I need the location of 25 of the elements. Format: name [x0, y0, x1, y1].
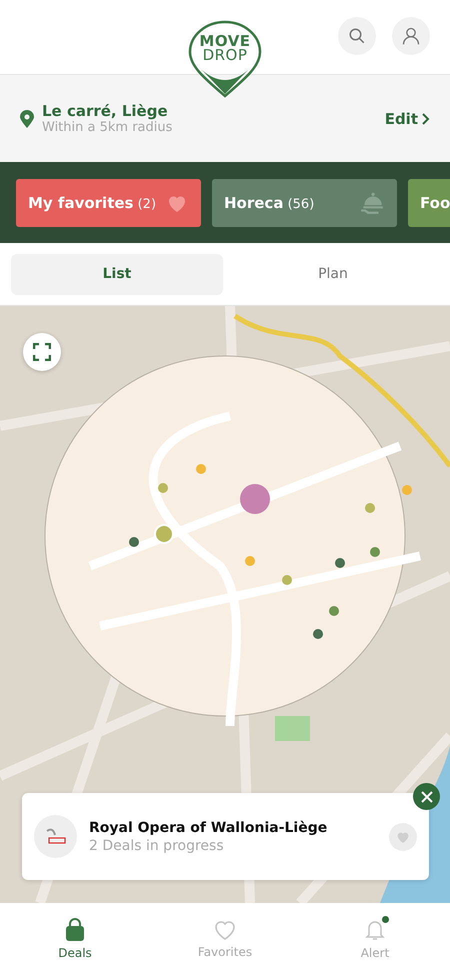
category-chip[interactable]: Horeca (56): [212, 178, 397, 226]
location-title: Le carré, Liège: [42, 102, 169, 120]
cloche-icon: [359, 190, 385, 216]
deals-count: 2 Deals in progress: [89, 838, 225, 854]
bag-icon: [64, 918, 86, 942]
heart-icon: [213, 919, 237, 941]
place-card[interactable]: Royal Opera of Wallonia-Liège 2 Deals in progress: [22, 793, 429, 880]
category-chip[interactable]: My favorites (2): [16, 178, 201, 226]
location-pin-icon: [20, 110, 34, 128]
view-tab[interactable]: List: [11, 254, 223, 294]
search-button[interactable]: [338, 17, 376, 55]
place-name: Royal Opera of Wallonia-Liège: [89, 820, 328, 836]
edit-link[interactable]: Edit: [384, 110, 430, 128]
nav-item[interactable]: Deals: [0, 903, 150, 975]
nav-item[interactable]: Favorites: [150, 903, 300, 975]
close-icon: [420, 790, 432, 802]
category-chip[interactable]: Foo: [408, 178, 450, 226]
user-icon: [401, 26, 421, 46]
nav-item[interactable]: Alert: [300, 903, 450, 975]
chevron-icon: [422, 112, 430, 124]
location-radius: Within a 5km radius: [42, 120, 174, 135]
view-tab[interactable]: Plan: [227, 254, 439, 294]
profile-button[interactable]: [392, 17, 430, 55]
fullscreen-icon: [33, 343, 51, 361]
search-icon: [348, 27, 366, 45]
